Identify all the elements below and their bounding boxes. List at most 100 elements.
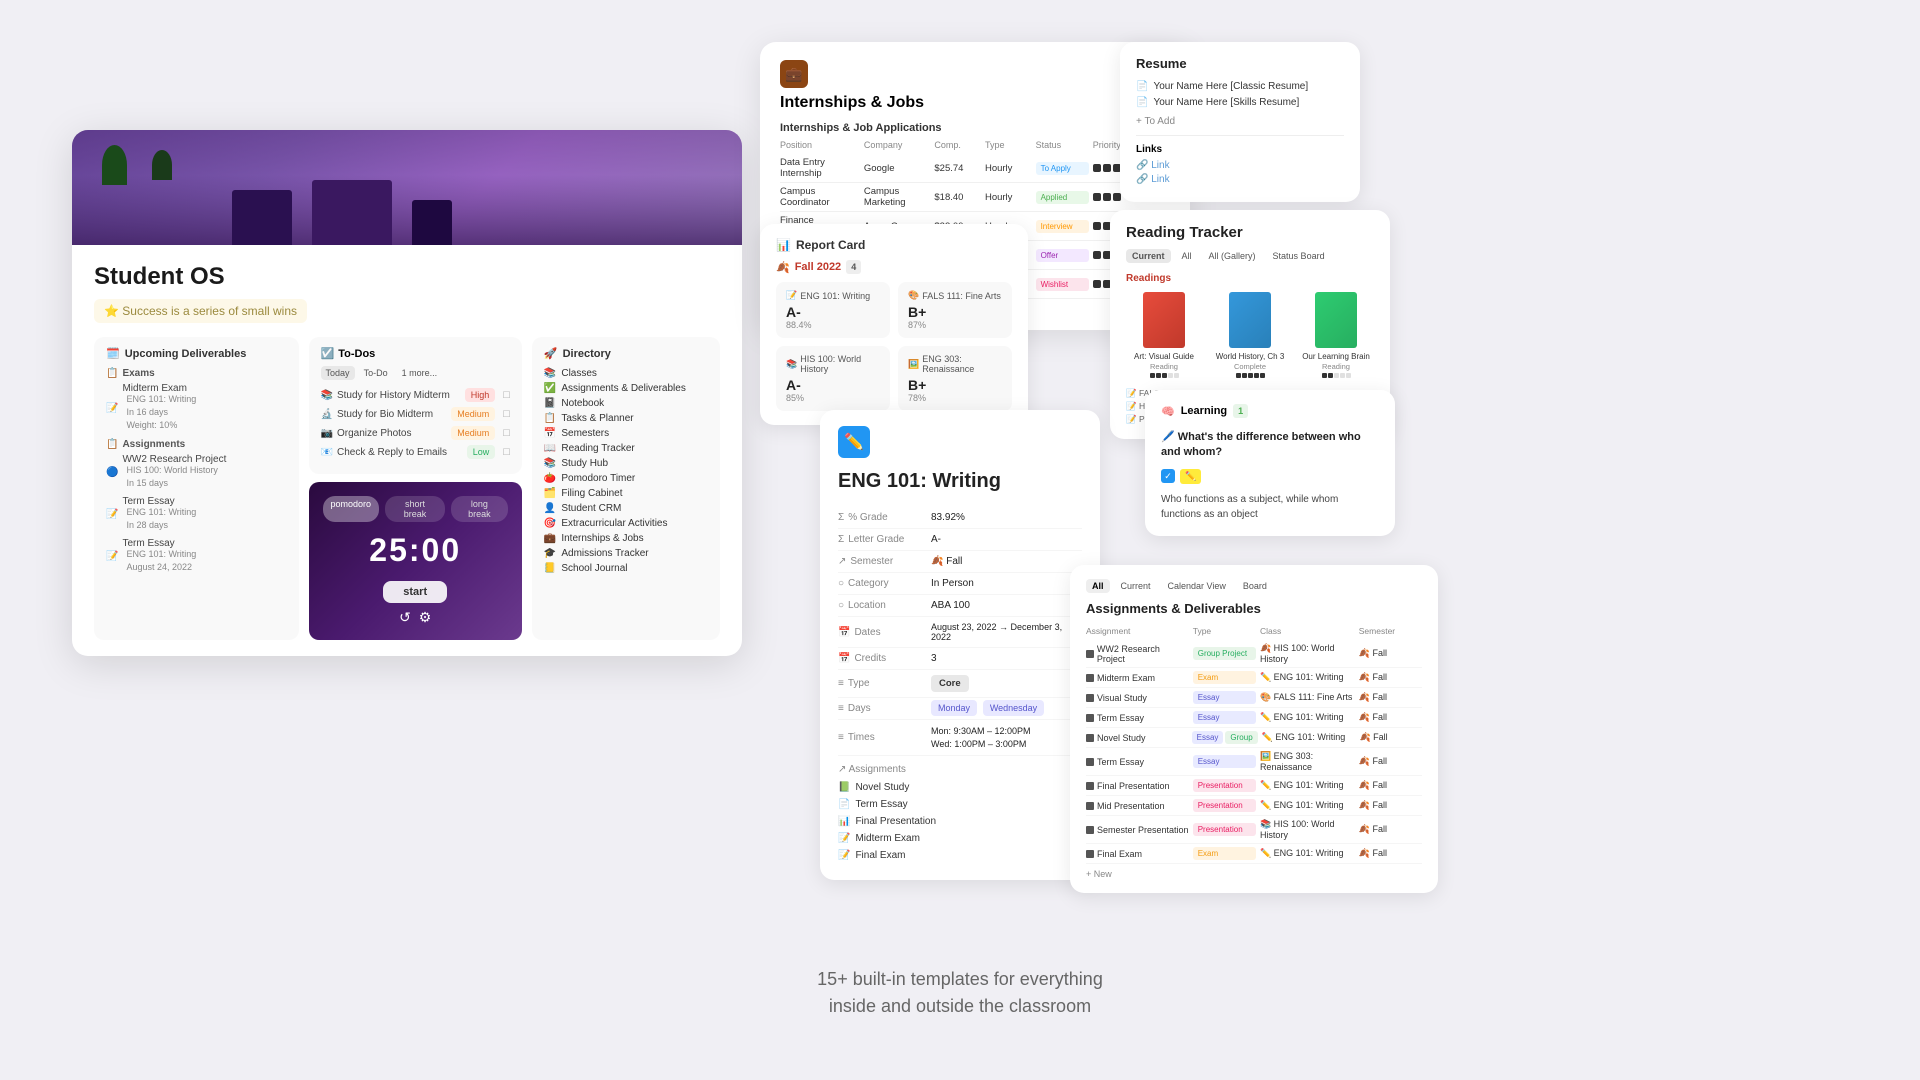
pomodoro-start-button[interactable]: start bbox=[383, 581, 447, 603]
dir-item-admissions[interactable]: 🎓Admissions Tracker bbox=[544, 548, 708, 559]
assignment-icon: 📋 bbox=[106, 439, 118, 450]
assign-class-2: ✏️ ENG 101: Writing bbox=[1260, 672, 1355, 683]
report-icon: 📊 bbox=[776, 238, 791, 252]
learning-card: 🧠 Learning 1 🖊️ What's the difference be… bbox=[1145, 390, 1395, 536]
eng-label-credits: 📅 Credits bbox=[838, 653, 923, 664]
rtab-status-board[interactable]: Status Board bbox=[1267, 249, 1331, 263]
dir-item-pomodoro[interactable]: 🍅Pomodoro Timer bbox=[544, 473, 708, 484]
exam-days-1: In 16 days bbox=[126, 407, 196, 417]
pomodoro-tab-main[interactable]: pomodoro bbox=[323, 496, 380, 522]
report-pct-1: 88.4% bbox=[786, 320, 880, 330]
day-monday: Monday bbox=[931, 700, 977, 716]
assign-dot-6 bbox=[1086, 758, 1094, 766]
pomodoro-timer-display: 25:00 bbox=[323, 532, 508, 569]
book-cover-3 bbox=[1315, 292, 1357, 348]
dir-item-studyhub[interactable]: 📚Study Hub bbox=[544, 458, 708, 469]
assign-tab-current[interactable]: Current bbox=[1115, 579, 1157, 593]
assign-filter-tabs: All Current Calendar View Board bbox=[1086, 579, 1422, 593]
pomodoro-tab-short[interactable]: short break bbox=[385, 496, 445, 522]
dir-item-assignments[interactable]: ✅Assignments & Deliverables bbox=[544, 383, 708, 394]
exam-sub-1: ENG 101: Writing bbox=[126, 394, 196, 404]
assign-class-1: 🍂 HIS 100: World History bbox=[1260, 643, 1355, 664]
exam-icon-eng: 📝 bbox=[838, 833, 850, 844]
intern-pos-2: Campus Coordinator bbox=[780, 186, 860, 208]
dir-item-classes[interactable]: 📚Classes bbox=[544, 368, 708, 379]
refresh-icon[interactable]: ↺ bbox=[399, 609, 411, 626]
dir-item-extracurricular[interactable]: 🎯Extracurricular Activities bbox=[544, 518, 708, 529]
dir-item-reading[interactable]: 📖Reading Tracker bbox=[544, 443, 708, 454]
upcoming-deliverables-section: 🗓️ Upcoming Deliverables 📋 Exams 📝 Midte… bbox=[94, 337, 299, 640]
assign-tab-calendar[interactable]: Calendar View bbox=[1162, 579, 1232, 593]
dir-item-crm[interactable]: 👤Student CRM bbox=[544, 503, 708, 514]
rtab-all-gallery[interactable]: All (Gallery) bbox=[1203, 249, 1262, 263]
eng-row-dates: 📅 Dates August 23, 2022 → December 3, 20… bbox=[838, 617, 1082, 648]
rtab-all[interactable]: All bbox=[1176, 249, 1198, 263]
eng-label-semester: ↗ Semester bbox=[838, 556, 923, 567]
assign-sem-5: 🍂 Fall bbox=[1359, 732, 1422, 743]
report-card: 📊 Report Card 🍂 Fall 2022 4 📝 ENG 101: W… bbox=[760, 224, 1028, 425]
tab-todo[interactable]: To-Do bbox=[359, 366, 393, 380]
assign-row-2: Midterm Exam Exam ✏️ ENG 101: Writing 🍂 … bbox=[1086, 668, 1422, 688]
tab-more[interactable]: 1 more... bbox=[397, 366, 443, 380]
resume-add-button[interactable]: + To Add bbox=[1136, 116, 1344, 127]
todo-check-4[interactable]: □ bbox=[503, 446, 510, 458]
gear-icon[interactable]: ⚙ bbox=[419, 609, 432, 626]
eng-label-location: ○ Location bbox=[838, 600, 923, 611]
col-position: Position bbox=[780, 140, 860, 150]
exam-weight-1: Weight: 10% bbox=[126, 420, 196, 430]
assign-item-3: 📝 Term Essay ENG 101: Writing August 24,… bbox=[106, 538, 287, 575]
report-grade-3: A- bbox=[786, 377, 880, 393]
assign-emoji-1: 🔵 bbox=[106, 467, 118, 478]
rtab-current[interactable]: Current bbox=[1126, 249, 1171, 263]
assign-tab-all[interactable]: All bbox=[1086, 579, 1110, 593]
eng-label-type: ≡ Type bbox=[838, 678, 923, 689]
report-course-name-3: 📚 HIS 100: World History bbox=[786, 354, 880, 374]
dir-item-tasks[interactable]: 📋Tasks & Planner bbox=[544, 413, 708, 424]
book-icon-3: 📚 bbox=[786, 359, 797, 370]
todo-check-1[interactable]: □ bbox=[503, 389, 510, 401]
arrow-icon-1: ↗ bbox=[838, 556, 846, 567]
assign-sem-10: 🍂 Fall bbox=[1359, 848, 1422, 859]
assign-row-1: WW2 Research Project Group Project 🍂 HIS… bbox=[1086, 640, 1422, 668]
report-header: 📊 Report Card bbox=[776, 238, 1012, 252]
dir-item-filing[interactable]: 🗂️Filing Cabinet bbox=[544, 488, 708, 499]
eng-row-credits: 📅 Credits 3 bbox=[838, 648, 1082, 670]
assign-sem-3: 🍂 Fall bbox=[1359, 692, 1422, 703]
todo-badge-2: Medium bbox=[451, 407, 495, 421]
report-course-1: 📝 ENG 101: Writing A- 88.4% bbox=[776, 282, 890, 338]
report-pct-2: 87% bbox=[908, 320, 1002, 330]
assign-class-5: ✏️ ENG 101: Writing bbox=[1262, 732, 1356, 743]
book-cover-1 bbox=[1143, 292, 1185, 348]
report-pct-4: 78% bbox=[908, 393, 1002, 403]
assign-sem-2: 🍂 Fall bbox=[1359, 672, 1422, 683]
dir-item-journal[interactable]: 📒School Journal bbox=[544, 563, 708, 574]
briefcase-icon: 💼 bbox=[780, 60, 808, 88]
todo-badge-1: High bbox=[465, 388, 496, 402]
todo-emoji-4: 📧 bbox=[321, 447, 333, 458]
reading-tracker-tabs: Current All All (Gallery) Status Board bbox=[1126, 249, 1374, 263]
student-os-title: Student OS bbox=[94, 263, 720, 291]
assign-item-2: 📝 Term Essay ENG 101: Writing In 28 days bbox=[106, 496, 287, 533]
resume-link-1[interactable]: 🔗 Link bbox=[1136, 160, 1344, 171]
assign-new-button[interactable]: + New bbox=[1086, 869, 1422, 879]
assign-row-10: Final Exam Exam ✏️ ENG 101: Writing 🍂 Fa… bbox=[1086, 844, 1422, 864]
pomodoro-tab-long[interactable]: long break bbox=[451, 496, 508, 522]
assign-type-8: Presentation bbox=[1193, 799, 1256, 812]
tab-today[interactable]: Today bbox=[321, 366, 355, 380]
assign-sem-1: 🍂 Fall bbox=[1359, 648, 1422, 659]
dir-item-notebook[interactable]: 📓Notebook bbox=[544, 398, 708, 409]
assign-class-7: ✏️ ENG 101: Writing bbox=[1260, 780, 1355, 791]
dir-item-internships[interactable]: 💼Internships & Jobs bbox=[544, 533, 708, 544]
resume-link-2[interactable]: 🔗 Link bbox=[1136, 174, 1344, 185]
todo-check-3[interactable]: □ bbox=[503, 427, 510, 439]
list-icon-3: ≡ bbox=[838, 732, 844, 743]
todo-check-2[interactable]: □ bbox=[503, 408, 510, 420]
assign-sub-3: ENG 101: Writing bbox=[126, 549, 196, 559]
eng-assign-4: 📝Midterm Exam bbox=[838, 830, 1082, 847]
eng-label-letter: Σ Letter Grade bbox=[838, 534, 923, 545]
bottom-text-line1: 15+ built-in templates for everything bbox=[817, 966, 1103, 993]
assign-tab-board[interactable]: Board bbox=[1237, 579, 1273, 593]
essay-icon: 📄 bbox=[838, 799, 850, 810]
intern-status-3: Interview bbox=[1036, 220, 1089, 233]
dir-item-semesters[interactable]: 📅Semesters bbox=[544, 428, 708, 439]
